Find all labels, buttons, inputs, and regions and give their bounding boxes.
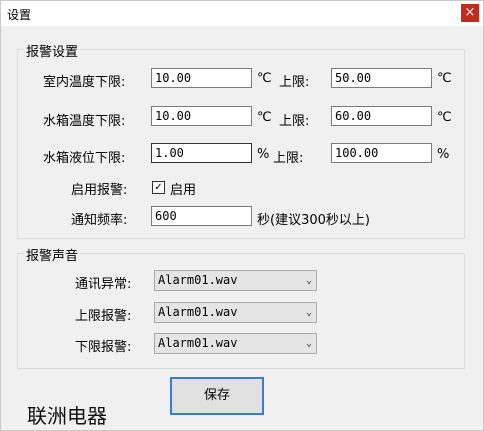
tank-level-low-input[interactable]: 1.00	[151, 143, 252, 163]
tank-temp-high-unit: ℃	[437, 110, 452, 125]
enable-alarm-label: 启用报警:	[71, 183, 128, 198]
high-alarm-sound-select[interactable]: Alarm01.wav ⌄	[154, 302, 317, 323]
tank-temp-high-label: 上限:	[279, 114, 310, 129]
save-button[interactable]: 保存	[170, 377, 264, 415]
comm-error-sound-select[interactable]: Alarm01.wav ⌄	[154, 270, 317, 291]
indoor-temp-low-unit: ℃	[257, 71, 272, 86]
tank-level-low-label: 水箱液位下限:	[43, 151, 126, 166]
alarm-sound-title: 报警声音	[24, 245, 81, 264]
chevron-down-icon[interactable]: ⌄	[306, 334, 312, 353]
window-title: 设置	[7, 8, 32, 22]
low-alarm-label: 下限报警:	[75, 340, 132, 355]
low-alarm-sound-value: Alarm01.wav	[158, 336, 238, 350]
brand-label: 联洲电器	[27, 404, 107, 428]
high-alarm-sound-value: Alarm01.wav	[158, 305, 238, 319]
enable-alarm-checkbox-label[interactable]: 启用	[170, 179, 196, 198]
indoor-temp-low-input[interactable]: 10.00	[151, 68, 252, 88]
indoor-temp-high-label: 上限:	[279, 75, 310, 90]
low-alarm-sound-select[interactable]: Alarm01.wav ⌄	[154, 333, 317, 354]
notify-frequency-label: 通知频率:	[71, 213, 128, 228]
tank-level-high-label: 上限:	[273, 151, 304, 166]
settings-window: 设置 × 报警设置 室内温度下限: 10.00 ℃ 上限: 50.00 ℃ 水箱…	[0, 0, 484, 431]
tank-temp-low-input[interactable]: 10.00	[151, 106, 252, 126]
tank-temp-low-unit: ℃	[257, 110, 272, 125]
tank-level-low-unit: %	[257, 147, 270, 162]
high-alarm-label: 上限报警:	[75, 309, 132, 324]
tank-level-high-unit: %	[437, 147, 450, 162]
close-icon[interactable]: ×	[461, 4, 479, 22]
notify-frequency-input[interactable]: 600	[151, 206, 252, 226]
title-bar[interactable]: 设置 ×	[1, 1, 483, 26]
indoor-temp-low-label: 室内温度下限:	[43, 75, 126, 90]
enable-alarm-checkbox[interactable]: ✓	[152, 181, 165, 194]
comm-error-label: 通讯异常:	[75, 277, 132, 292]
indoor-temp-high-input[interactable]: 50.00	[331, 68, 432, 88]
tank-temp-high-input[interactable]: 60.00	[331, 106, 432, 126]
tank-level-high-input[interactable]: 100.00	[331, 143, 432, 163]
notify-frequency-hint: 秒(建议300秒以上)	[257, 213, 370, 228]
indoor-temp-high-unit: ℃	[437, 71, 452, 86]
comm-error-sound-value: Alarm01.wav	[158, 273, 238, 287]
alarm-settings-title: 报警设置	[24, 41, 81, 60]
tank-temp-low-label: 水箱温度下限:	[43, 114, 126, 129]
chevron-down-icon[interactable]: ⌄	[306, 303, 312, 322]
chevron-down-icon[interactable]: ⌄	[306, 271, 312, 290]
